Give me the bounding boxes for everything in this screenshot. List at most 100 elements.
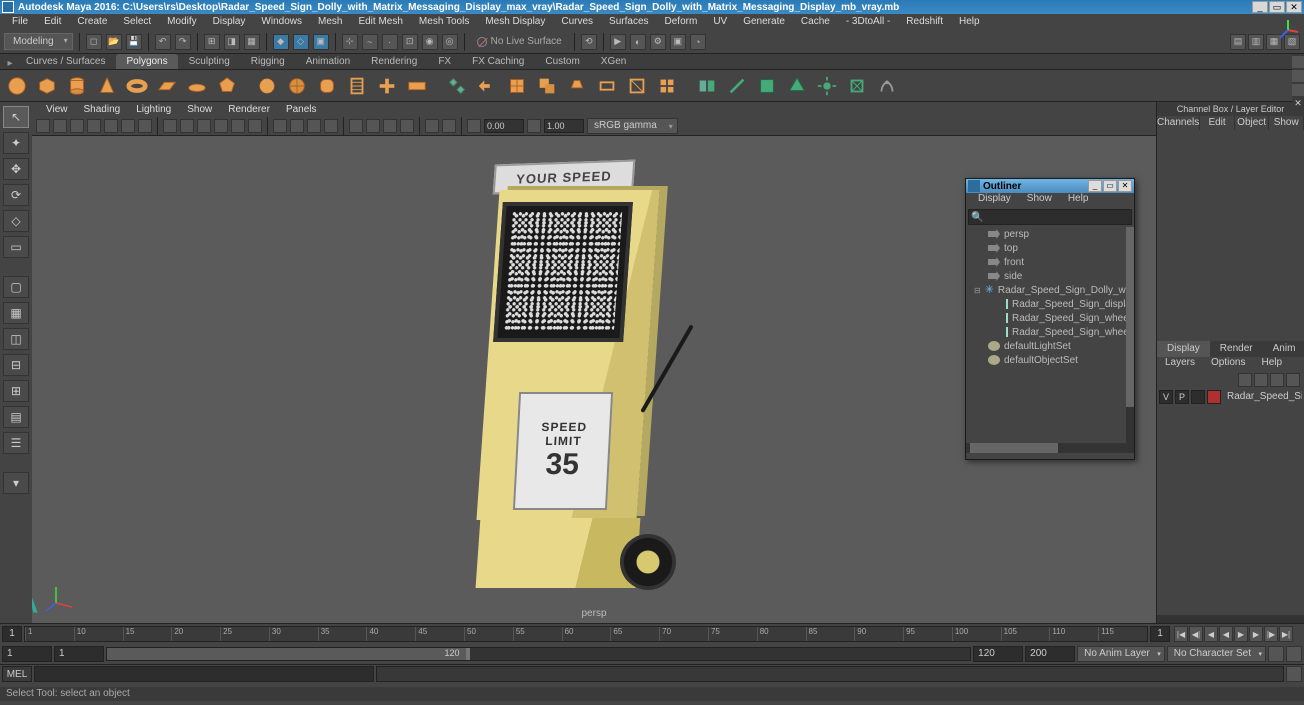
tab-display-layers[interactable]: Display <box>1157 341 1210 357</box>
menu-create[interactable]: Create <box>69 14 115 30</box>
script-lang-toggle[interactable]: MEL <box>2 666 32 682</box>
layers-menu-help[interactable]: Help <box>1253 357 1290 371</box>
current-frame-field[interactable]: 1 <box>1150 626 1170 642</box>
script-editor-button[interactable] <box>1286 666 1302 682</box>
poly-cone-icon[interactable] <box>94 73 120 99</box>
four-pane-icon[interactable]: ▦ <box>3 302 29 324</box>
poly-pipe-icon[interactable] <box>404 73 430 99</box>
range-thumb[interactable]: 120 <box>107 648 470 660</box>
tab-object[interactable]: Object <box>1235 116 1270 130</box>
gamma-field[interactable]: 0.00 <box>484 119 524 133</box>
contrast-icon[interactable] <box>527 119 541 133</box>
mirror-icon[interactable] <box>694 73 720 99</box>
menu-windows[interactable]: Windows <box>253 14 310 30</box>
outliner-item-wheel1[interactable]: Radar_Speed_Sign_wheel_00 <box>966 311 1134 325</box>
last-tool-icon[interactable]: ▭ <box>3 236 29 258</box>
redo-icon[interactable]: ↷ <box>175 34 191 50</box>
select-mask-icon-1[interactable]: ◆ <box>273 34 289 50</box>
menu-surfaces[interactable]: Surfaces <box>601 14 656 30</box>
exposure-label-icon[interactable] <box>467 119 481 133</box>
select-tool-icon[interactable]: ↖ <box>3 106 29 128</box>
rotate-tool-icon[interactable]: ⟳ <box>3 184 29 206</box>
poly-torus-icon[interactable] <box>124 73 150 99</box>
panel-layout-icon-2[interactable]: ▥ <box>1248 34 1264 50</box>
view-menu-shading[interactable]: Shading <box>76 104 129 115</box>
gamma-icon[interactable] <box>442 119 456 133</box>
outliner-item-lightset[interactable]: defaultLightSet <box>966 339 1134 353</box>
move-layer-up-icon[interactable] <box>1238 373 1252 387</box>
outliner-item-top[interactable]: top <box>966 241 1134 255</box>
sculpt-icon[interactable] <box>874 73 900 99</box>
outliner-titlebar[interactable]: Outliner _ ▭ ✕ <box>966 179 1134 193</box>
anim-end-field[interactable]: 200 <box>1025 646 1075 662</box>
extrude-icon[interactable] <box>564 73 590 99</box>
auto-key-icon[interactable] <box>1268 646 1284 662</box>
attr-editor-toggle-icon[interactable] <box>1292 56 1304 68</box>
viewport[interactable]: YOUR SPEED SPEED LIMIT 35 Outliner _ <box>32 136 1156 623</box>
shelf-tab-xgen[interactable]: XGen <box>591 54 637 69</box>
booleans-icon[interactable] <box>534 73 560 99</box>
render-view-icon[interactable]: ▣ <box>670 34 686 50</box>
exposure-field[interactable]: 1.00 <box>544 119 584 133</box>
layer-display-type[interactable] <box>1191 390 1205 404</box>
layer-visibility-toggle[interactable]: V <box>1159 390 1173 404</box>
new-empty-layer-icon[interactable] <box>1270 373 1284 387</box>
two-pane-stack-icon[interactable]: ⊟ <box>3 354 29 376</box>
layers-menu-layers[interactable]: Layers <box>1157 357 1203 371</box>
menu-select[interactable]: Select <box>115 14 159 30</box>
select-mask-icon-2[interactable]: ◇ <box>293 34 309 50</box>
menu-generate[interactable]: Generate <box>735 14 793 30</box>
save-scene-icon[interactable]: 💾 <box>126 34 142 50</box>
view-compass-icon[interactable] <box>1276 18 1300 42</box>
anim-layer-dropdown[interactable]: No Anim Layer <box>1077 646 1165 662</box>
gate-mask-icon[interactable] <box>121 119 135 133</box>
aa-icon[interactable] <box>349 119 363 133</box>
outliner-scrollbar-h[interactable] <box>966 443 1134 453</box>
snap-grid-icon[interactable]: ⊹ <box>342 34 358 50</box>
render-frame-icon[interactable]: ▶ <box>610 34 626 50</box>
menu-uv[interactable]: UV <box>705 14 735 30</box>
shelf-tab-rendering[interactable]: Rendering <box>361 54 427 69</box>
poly-cube-icon[interactable] <box>34 73 60 99</box>
exposure-icon[interactable] <box>425 119 439 133</box>
close-button[interactable]: ✕ <box>1286 1 1302 13</box>
shelf-tab-polygons[interactable]: Polygons <box>116 54 177 69</box>
playback-start-field[interactable]: 1 <box>54 646 104 662</box>
maximize-button[interactable]: ▭ <box>1269 1 1285 13</box>
new-layer-selected-icon[interactable] <box>1286 373 1300 387</box>
play-forward-button[interactable]: ▶ <box>1234 626 1248 642</box>
outliner-close-button[interactable]: ✕ <box>1118 180 1132 192</box>
construction-history-icon[interactable]: ⟲ <box>581 34 597 50</box>
panel-close-icon[interactable]: ✕ <box>1292 98 1304 110</box>
textured-icon[interactable] <box>214 119 228 133</box>
motion-blur-icon[interactable] <box>400 119 414 133</box>
bevel-icon[interactable] <box>624 73 650 99</box>
undo-icon[interactable]: ↶ <box>155 34 171 50</box>
tool-settings-toggle-icon[interactable] <box>1292 70 1304 82</box>
workspace-mode-dropdown[interactable]: Modeling <box>4 33 73 50</box>
menu-curves[interactable]: Curves <box>553 14 601 30</box>
open-scene-icon[interactable]: 📂 <box>106 34 122 50</box>
shelf-tab-sculpting[interactable]: Sculpting <box>179 54 240 69</box>
resolution-gate-icon[interactable] <box>104 119 118 133</box>
isolate-icon[interactable] <box>273 119 287 133</box>
shelf-tab-fx[interactable]: FX <box>428 54 461 69</box>
move-tool-icon[interactable]: ✥ <box>3 158 29 180</box>
poly-soccer-icon[interactable] <box>284 73 310 99</box>
command-input[interactable] <box>34 666 374 682</box>
playback-end-field[interactable]: 120 <box>973 646 1023 662</box>
outliner-item-display[interactable]: Radar_Speed_Sign_display <box>966 297 1134 311</box>
xray-icon[interactable] <box>290 119 304 133</box>
view-menu-renderer[interactable]: Renderer <box>220 104 278 115</box>
prefs-icon[interactable] <box>1286 646 1302 662</box>
lights-icon[interactable] <box>231 119 245 133</box>
view-menu-panels[interactable]: Panels <box>278 104 325 115</box>
film-gate-icon[interactable] <box>87 119 101 133</box>
play-back-button[interactable]: ◀ <box>1219 626 1233 642</box>
two-pane-side-icon[interactable]: ◫ <box>3 328 29 350</box>
smooth-icon[interactable] <box>504 73 530 99</box>
collapse-icon[interactable] <box>814 73 840 99</box>
menu-3dtoall[interactable]: - 3DtoAll - <box>838 14 898 30</box>
menu-display[interactable]: Display <box>205 14 254 30</box>
poly-platonic-icon[interactable] <box>214 73 240 99</box>
